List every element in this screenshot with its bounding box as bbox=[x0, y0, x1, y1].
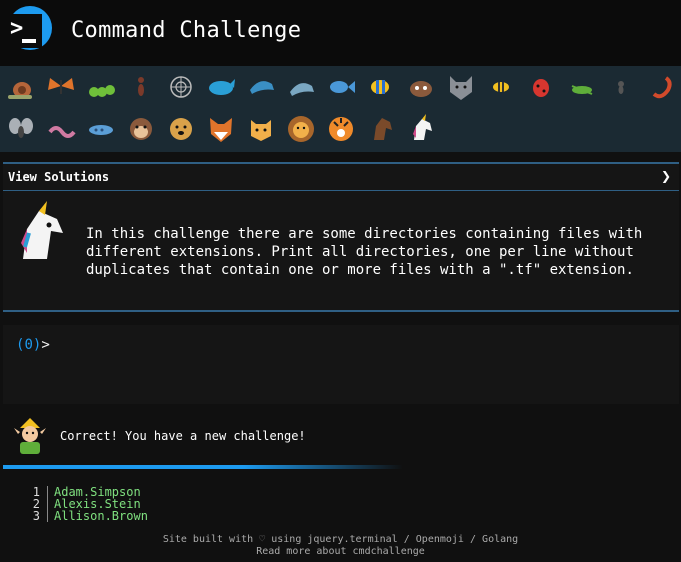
file-name: Allison.Brown bbox=[54, 509, 148, 523]
view-solutions-toggle[interactable]: View Solutions ❯ bbox=[3, 162, 679, 191]
wolf-icon[interactable] bbox=[444, 70, 478, 104]
snail-icon[interactable] bbox=[4, 70, 38, 104]
butterfly-icon[interactable] bbox=[44, 70, 78, 104]
golang-link[interactable]: Golang bbox=[482, 534, 518, 545]
list-item: 3 Allison.Brown bbox=[20, 510, 440, 522]
status-text: Correct! You have a new challenge! bbox=[60, 429, 306, 443]
challenge-text: In this challenge there are some directo… bbox=[86, 226, 651, 278]
unicorn-icon[interactable] bbox=[404, 112, 438, 146]
dog-icon[interactable] bbox=[164, 112, 198, 146]
monkey-icon[interactable] bbox=[124, 112, 158, 146]
hedgehog-icon[interactable] bbox=[404, 70, 438, 104]
ant-icon[interactable] bbox=[604, 70, 638, 104]
lion-icon[interactable] bbox=[284, 112, 318, 146]
fly-icon[interactable] bbox=[4, 112, 38, 146]
chevron-right-icon: ❯ bbox=[660, 169, 671, 183]
microbe-icon[interactable] bbox=[84, 112, 118, 146]
lady-beetle-icon[interactable] bbox=[524, 70, 558, 104]
heart-icon: ♡ bbox=[259, 534, 266, 545]
dolphin-icon[interactable] bbox=[284, 70, 318, 104]
terminal[interactable]: (0)> bbox=[3, 325, 679, 404]
footer: Site built with ♡ using jquery.terminal … bbox=[0, 534, 681, 558]
caterpillar-icon[interactable] bbox=[84, 70, 118, 104]
dolphin-icon[interactable] bbox=[244, 70, 278, 104]
terminal-prompt-icon: > bbox=[8, 14, 42, 48]
challenge-count: 0 bbox=[24, 337, 33, 353]
whale-icon[interactable] bbox=[204, 70, 238, 104]
header: > Command Challenge bbox=[0, 0, 681, 66]
line-number: 3 bbox=[32, 509, 40, 523]
view-solutions-label: View Solutions bbox=[8, 170, 110, 184]
tropical-fish-icon[interactable] bbox=[364, 70, 398, 104]
elf-icon bbox=[12, 416, 48, 456]
cricket-icon[interactable] bbox=[564, 70, 598, 104]
challenge-panel: In this challenge there are some directo… bbox=[3, 191, 679, 312]
read-more-link[interactable]: Read more about cmdchallenge bbox=[0, 546, 681, 558]
worm-icon[interactable] bbox=[44, 112, 78, 146]
jquery-terminal-link[interactable]: jquery.terminal bbox=[307, 534, 397, 545]
emoji-strip bbox=[0, 66, 681, 152]
status-message: Correct! You have a new challenge! bbox=[0, 410, 681, 460]
bee-icon[interactable] bbox=[484, 70, 518, 104]
terminal-prompt: (0)> bbox=[16, 337, 50, 353]
cat-icon[interactable] bbox=[244, 112, 278, 146]
file-list: 1 Adam.Simpson 2 Alexis.Stein 3 Allison.Bro… bbox=[20, 486, 440, 526]
page-title: Command Challenge bbox=[71, 18, 302, 43]
horse-icon[interactable] bbox=[364, 112, 398, 146]
fox-icon[interactable] bbox=[204, 112, 238, 146]
spider-web-icon[interactable] bbox=[164, 70, 198, 104]
fish-icon[interactable] bbox=[324, 70, 358, 104]
ant-icon[interactable] bbox=[124, 70, 158, 104]
scorpion-icon[interactable] bbox=[644, 70, 678, 104]
openmoji-link[interactable]: Openmoji bbox=[416, 534, 464, 545]
tiger-icon[interactable] bbox=[324, 112, 358, 146]
progress-bar bbox=[3, 465, 403, 469]
unicorn-icon bbox=[9, 199, 73, 263]
